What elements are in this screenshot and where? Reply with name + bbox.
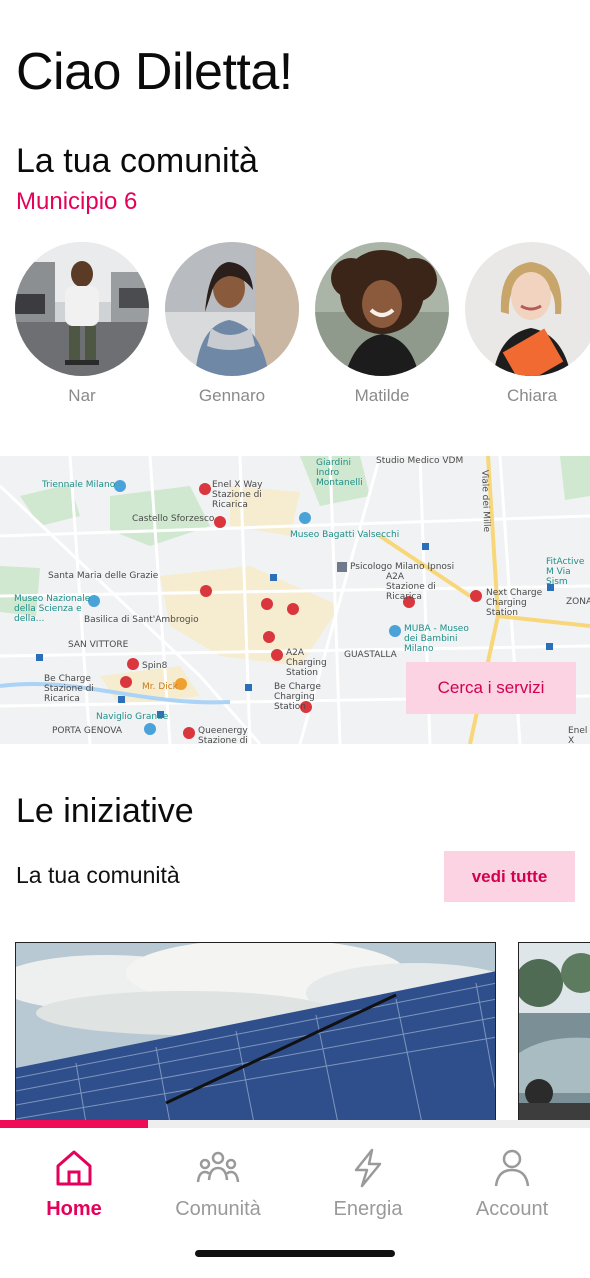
tab-label: Account xyxy=(475,1198,549,1220)
map-label: Next Charge Charging Station xyxy=(486,588,543,618)
map-label: Viale dei Mille xyxy=(479,469,492,533)
map-label: Castello Sforzesco xyxy=(132,514,215,524)
map-label: Psicologo Milano Ipnosi xyxy=(350,562,455,572)
map-label: GUASTALLA xyxy=(344,650,397,660)
avatar[interactable] xyxy=(15,242,149,376)
member-name: Matilde xyxy=(354,386,410,405)
avatar[interactable] xyxy=(165,242,299,376)
home-indicator xyxy=(195,1250,395,1257)
member-gennaro[interactable]: Gennaro xyxy=(164,242,300,406)
carousel-progress xyxy=(0,1120,590,1128)
energy-icon xyxy=(354,1148,382,1188)
search-services-button[interactable]: Cerca i servizi xyxy=(406,662,576,714)
home-icon xyxy=(56,1150,92,1186)
see-all-button[interactable]: vedi tutte xyxy=(444,851,575,902)
map-label: Triennale Milano xyxy=(42,480,116,490)
map-label: Mr. Dick xyxy=(142,682,178,692)
initiative-image xyxy=(519,943,590,1121)
district-label[interactable]: Municipio 6 xyxy=(16,188,137,216)
map-label: PORTA GENOVA xyxy=(52,726,122,736)
account-icon xyxy=(494,1149,530,1187)
map-label: FitActive M Via Sism xyxy=(546,557,585,587)
map-label: Be Charge Stazione di Ricarica xyxy=(44,674,94,704)
map-label: Spin8 xyxy=(142,661,168,671)
map-label: Queenergy Stazione di Ricarica xyxy=(198,726,248,744)
tab-label: Energia xyxy=(333,1198,403,1220)
map-label: Giardini Indro Montanelli xyxy=(316,458,363,488)
map-label: Be Charge Charging Station xyxy=(274,682,321,712)
map-label: Basilica di Sant'Ambrogio xyxy=(84,615,199,625)
avatar[interactable] xyxy=(315,242,449,376)
map-label: Studio Medico VDM xyxy=(376,456,464,466)
map-label: A2A Charging Station xyxy=(286,648,327,678)
member-matilde[interactable]: Matilde xyxy=(314,242,450,406)
tab-energy[interactable]: Energia xyxy=(298,1146,438,1221)
member-nar[interactable]: Nar xyxy=(14,242,150,406)
members-carousel[interactable]: Nar Gennaro Matilde Chiara xyxy=(0,242,590,412)
initiatives-subtitle: La tua comunità xyxy=(16,862,180,888)
map-label: A2A Stazione di Ricarica xyxy=(386,572,436,602)
member-name: Chiara xyxy=(506,386,558,405)
map-label: Santa Maria delle Grazie xyxy=(48,571,159,581)
map-label: Enel X Way Stazione di Ricarica xyxy=(212,480,263,510)
initiative-image xyxy=(16,943,495,1121)
member-name: Nar xyxy=(68,386,96,405)
community-title: La tua comunità xyxy=(16,142,258,180)
map-label: Naviglio Grande xyxy=(96,712,169,722)
tab-label: Home xyxy=(46,1198,102,1220)
member-name: Gennaro xyxy=(198,386,266,405)
map-label: MUBA - Museo dei Bambini Milano xyxy=(404,624,469,654)
initiatives-title: Le iniziative xyxy=(16,792,194,830)
community-icon xyxy=(196,1151,240,1183)
map-label: Museo Nazionale della Scienza e della... xyxy=(14,594,91,624)
tab-label: Comunità xyxy=(175,1198,261,1220)
carousel-progress-fill xyxy=(0,1120,148,1128)
initiative-card[interactable] xyxy=(518,942,590,1122)
tab-account[interactable]: Account xyxy=(442,1146,582,1221)
avatar[interactable] xyxy=(465,242,590,376)
greeting: Ciao Diletta! xyxy=(16,43,293,101)
tab-home[interactable]: Home xyxy=(4,1146,144,1221)
tab-community[interactable]: Comunità xyxy=(148,1146,288,1221)
member-chiara[interactable]: Chiara xyxy=(464,242,590,406)
map-label: Museo Bagatti Valsecchi xyxy=(290,530,400,540)
map-label: Enel X Stazio xyxy=(568,726,588,744)
map-label: SAN VITTORE xyxy=(68,640,129,650)
map-label: ZONA RE xyxy=(566,597,590,607)
initiative-card[interactable] xyxy=(15,942,496,1122)
